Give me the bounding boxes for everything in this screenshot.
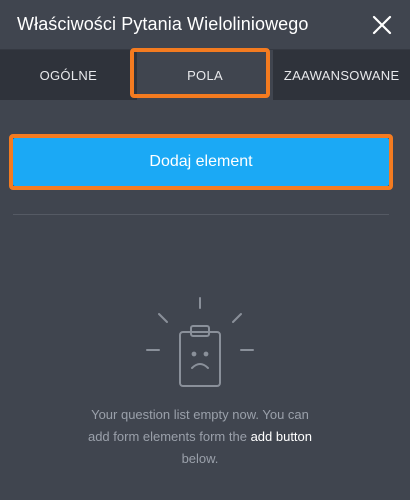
- tab-general-label: OGÓLNE: [39, 67, 98, 83]
- close-icon[interactable]: [370, 13, 394, 37]
- add-element-button[interactable]: Dodaj element: [13, 138, 389, 186]
- tab-advanced-label: ZAAWANSOWANE: [283, 67, 400, 83]
- clipboard-sad-icon: [145, 296, 255, 391]
- tab-fields-label: POLA: [187, 67, 223, 83]
- tab-fields[interactable]: POLA: [136, 50, 274, 100]
- empty-text-after: below.: [181, 451, 219, 466]
- panel-header: Właściwości Pytania Wieloliniowego: [0, 0, 410, 50]
- divider: [13, 214, 389, 215]
- empty-state-message: Your question list empty now. You can ad…: [80, 404, 320, 470]
- panel-title: Właściwości Pytania Wieloliniowego: [17, 14, 309, 34]
- tab-general[interactable]: OGÓLNE: [0, 50, 137, 100]
- properties-panel: Właściwości Pytania Wieloliniowego OGÓLN…: [0, 0, 410, 500]
- empty-text-add-button: add button: [250, 429, 313, 444]
- tab-advanced[interactable]: ZAAWANSOWANE: [273, 50, 410, 100]
- tab-bar: OGÓLNE POLA ZAAWANSOWANE: [0, 50, 410, 100]
